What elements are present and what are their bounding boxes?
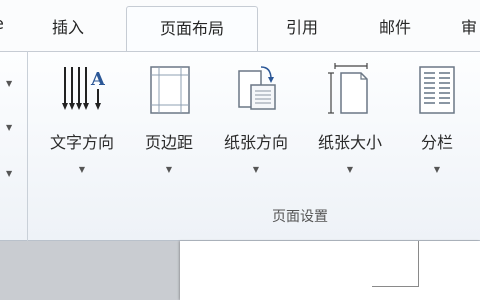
tab-page-layout[interactable]: 页面布局	[126, 6, 258, 52]
margin-corner-marker	[418, 241, 419, 287]
chevron-down-icon[interactable]: ▼	[36, 165, 128, 174]
chevron-down-icon[interactable]: ▼	[210, 165, 302, 174]
text-direction-icon: A	[62, 67, 105, 110]
document-page[interactable]	[180, 241, 480, 300]
chevron-down-icon[interactable]: ▼	[304, 165, 396, 174]
paper-size-button[interactable]: 纸张大小 ▼	[304, 63, 396, 183]
page-setup-group-label: 页面设置	[272, 209, 328, 225]
dropdown-arrow-icon[interactable]: ▼	[6, 169, 12, 178]
tab-references[interactable]: 引用	[286, 14, 318, 38]
text-direction-button[interactable]: A 文字方向 ▼	[36, 63, 128, 183]
columns-label: 分栏	[420, 133, 453, 152]
orientation-icon	[238, 66, 276, 110]
orientation-button[interactable]: 纸张方向 ▼	[210, 63, 302, 183]
paper-size-icon	[328, 63, 368, 114]
dropdown-arrow-icon[interactable]: ▼	[6, 123, 12, 132]
columns-icon	[419, 66, 455, 114]
svg-text:A: A	[90, 69, 105, 90]
chevron-down-icon[interactable]: ▼	[132, 165, 206, 174]
columns-button[interactable]: 分栏 ▼	[404, 63, 470, 183]
paper-size-label: 纸张大小	[317, 133, 382, 152]
orientation-label: 纸张方向	[223, 133, 288, 152]
dropdown-arrow-icon[interactable]: ▼	[6, 79, 12, 88]
tab-insert[interactable]: 插入	[52, 14, 84, 38]
tab-prev-partial[interactable]: e	[0, 14, 4, 33]
chevron-down-icon[interactable]: ▼	[404, 165, 470, 174]
margins-icon	[150, 66, 190, 114]
ribbon-tab-bar: e 插入 页面布局 引用 邮件 审	[0, 0, 480, 52]
margins-button[interactable]: 页边距 ▼	[132, 63, 206, 183]
tab-mailings[interactable]: 邮件	[379, 14, 411, 38]
margin-corner-marker	[372, 286, 419, 287]
margins-label: 页边距	[144, 133, 193, 152]
tab-review-partial[interactable]: 审	[461, 14, 477, 38]
text-direction-label: 文字方向	[49, 133, 114, 152]
